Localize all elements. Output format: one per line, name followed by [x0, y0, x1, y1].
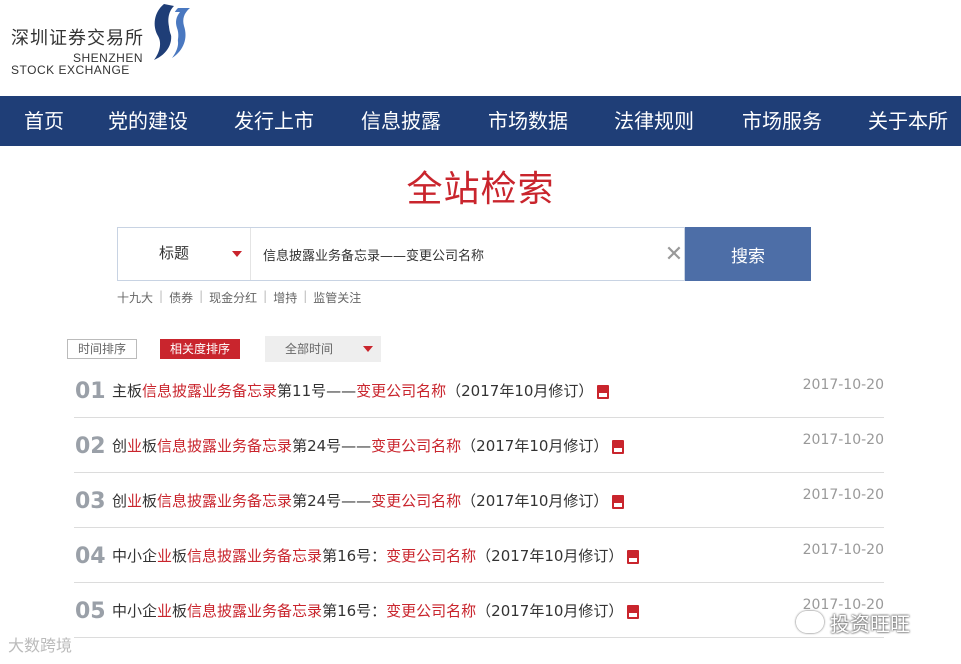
nav-item-party[interactable]: 党的建设: [108, 96, 188, 146]
logo-english-line2: STOCK EXCHANGE: [11, 63, 130, 77]
szse-logo-icon[interactable]: [140, 2, 192, 64]
hotword-link[interactable]: 现金分红: [209, 289, 257, 306]
title-highlight: 信息披露业务备忘录: [157, 492, 293, 510]
search-input[interactable]: [263, 240, 653, 268]
watermark-text: 大数跨境: [8, 636, 73, 655]
divider: |: [199, 289, 204, 303]
close-icon[interactable]: ✕: [664, 242, 684, 266]
nav-item-listing[interactable]: 发行上市: [234, 96, 314, 146]
title-part: （2017年10月修订）: [461, 492, 609, 510]
title-part: 板: [142, 492, 158, 510]
nav-item-about[interactable]: 关于本所: [868, 96, 948, 146]
title-part: （2017年10月修订）: [476, 547, 624, 565]
search-type-dropdown[interactable]: 标题: [118, 228, 251, 280]
title-highlight: 业: [127, 437, 143, 455]
nav-item-disclosure[interactable]: 信息披露: [361, 96, 441, 146]
result-title-link[interactable]: 中小企业板信息披露业务备忘录第16号：变更公司名称（2017年10月修订）: [112, 545, 640, 566]
chat-bubble-icon: [796, 611, 824, 633]
sort-by-time-button[interactable]: 时间排序: [67, 339, 137, 359]
hotword-link[interactable]: 债券: [169, 289, 193, 306]
nav-item-rules[interactable]: 法律规则: [614, 96, 694, 146]
caret-down-icon: [363, 346, 373, 352]
title-highlight: 信息披露业务备忘录: [142, 382, 278, 400]
pdf-icon[interactable]: [627, 604, 640, 619]
title-highlight: 变更公司名称: [386, 547, 477, 565]
result-index: 04: [75, 544, 106, 569]
result-row: 03 创业板信息披露业务备忘录第24号——变更公司名称（2017年10月修订） …: [74, 473, 884, 528]
pdf-icon[interactable]: [627, 549, 640, 564]
watermark-right: 投资旺旺: [796, 606, 910, 638]
divider: |: [303, 289, 308, 303]
title-part: 第16号：: [322, 547, 387, 565]
title-highlight: 业: [127, 492, 143, 510]
result-row: 01 主板信息披露业务备忘录第11号——变更公司名称（2017年10月修订） 2…: [74, 363, 884, 418]
logo-chinese-name[interactable]: 深圳证券交易所: [11, 24, 144, 50]
title-part: 创: [112, 437, 128, 455]
hotword-link[interactable]: 增持: [273, 289, 297, 306]
hotword-link[interactable]: 监管关注: [313, 289, 361, 306]
divider: |: [159, 289, 164, 303]
result-title-link[interactable]: 创业板信息披露业务备忘录第24号——变更公司名称（2017年10月修订）: [112, 435, 625, 456]
title-part: （2017年10月修订）: [446, 382, 594, 400]
nav-item-home[interactable]: 首页: [24, 96, 64, 146]
caret-down-icon: [232, 251, 242, 257]
search-type-label: 标题: [158, 245, 189, 262]
result-index: 02: [75, 434, 106, 459]
result-date: 2017-10-20: [802, 377, 884, 393]
title-highlight: 业: [157, 602, 173, 620]
result-title-link[interactable]: 主板信息披露业务备忘录第11号——变更公司名称（2017年10月修订）: [112, 380, 610, 401]
time-filter-dropdown[interactable]: 全部时间: [265, 336, 381, 362]
result-date: 2017-10-20: [802, 432, 884, 448]
pdf-icon[interactable]: [612, 439, 625, 454]
page-title: 全站检索: [406, 169, 555, 210]
title-part: 板: [142, 437, 158, 455]
site-header: 深圳证券交易所 SHENZHEN STOCK EXCHANGE: [0, 0, 961, 96]
title-part: 第11号——: [277, 382, 357, 400]
title-highlight: 信息披露业务备忘录: [157, 437, 293, 455]
result-date: 2017-10-20: [802, 487, 884, 503]
nav-item-market-data[interactable]: 市场数据: [488, 96, 568, 146]
title-part: 主板: [112, 382, 143, 400]
watermark-text: 投资旺旺: [830, 611, 910, 636]
title-highlight: 信息披露业务备忘录: [187, 547, 323, 565]
title-part: 中小企: [112, 547, 158, 565]
title-highlight: 信息披露业务备忘录: [187, 602, 323, 620]
title-part: 板: [172, 602, 188, 620]
main-nav: 首页 党的建设 发行上市 信息披露 市场数据 法律规则 市场服务 关于本所: [0, 96, 961, 146]
result-row: 04 中小企业板信息披露业务备忘录第16号：变更公司名称（2017年10月修订）…: [74, 528, 884, 583]
title-highlight: 变更公司名称: [386, 602, 477, 620]
result-row: 05 中小企业板信息披露业务备忘录第16号：变更公司名称（2017年10月修订）…: [74, 583, 884, 638]
hotword-link[interactable]: 十九大: [117, 289, 153, 306]
result-index: 05: [75, 599, 106, 624]
title-part: （2017年10月修订）: [461, 437, 609, 455]
pdf-icon[interactable]: [612, 494, 625, 509]
time-filter-label: 全部时间: [285, 342, 334, 356]
title-part: 中小企: [112, 602, 158, 620]
pdf-icon[interactable]: [597, 384, 610, 399]
result-title-link[interactable]: 中小企业板信息披露业务备忘录第16号：变更公司名称（2017年10月修订）: [112, 600, 640, 621]
watermark-left: 大数跨境: [8, 632, 72, 656]
title-part: 板: [172, 547, 188, 565]
title-highlight: 变更公司名称: [371, 492, 462, 510]
title-highlight: 变更公司名称: [356, 382, 447, 400]
result-index: 01: [75, 379, 106, 404]
search-button[interactable]: 搜索: [685, 227, 811, 281]
sort-by-relevance-button[interactable]: 相关度排序: [160, 339, 240, 359]
divider: |: [263, 289, 268, 303]
result-title-link[interactable]: 创业板信息披露业务备忘录第24号——变更公司名称（2017年10月修订）: [112, 490, 625, 511]
title-part: 第24号——: [292, 437, 372, 455]
title-part: （2017年10月修订）: [476, 602, 624, 620]
hot-keywords: 十九大 | 债券 | 现金分红 | 增持 | 监管关注: [117, 289, 361, 306]
title-part: 创: [112, 492, 128, 510]
result-row: 02 创业板信息披露业务备忘录第24号——变更公司名称（2017年10月修订） …: [74, 418, 884, 473]
search-results: 01 主板信息披露业务备忘录第11号——变更公司名称（2017年10月修订） 2…: [74, 363, 884, 638]
title-part: 第16号：: [322, 602, 387, 620]
title-highlight: 变更公司名称: [371, 437, 462, 455]
search-box: 标题 ✕: [117, 227, 685, 281]
title-highlight: 业: [157, 547, 173, 565]
nav-item-services[interactable]: 市场服务: [742, 96, 822, 146]
title-part: 第24号——: [292, 492, 372, 510]
result-index: 03: [75, 489, 106, 514]
result-date: 2017-10-20: [802, 542, 884, 558]
